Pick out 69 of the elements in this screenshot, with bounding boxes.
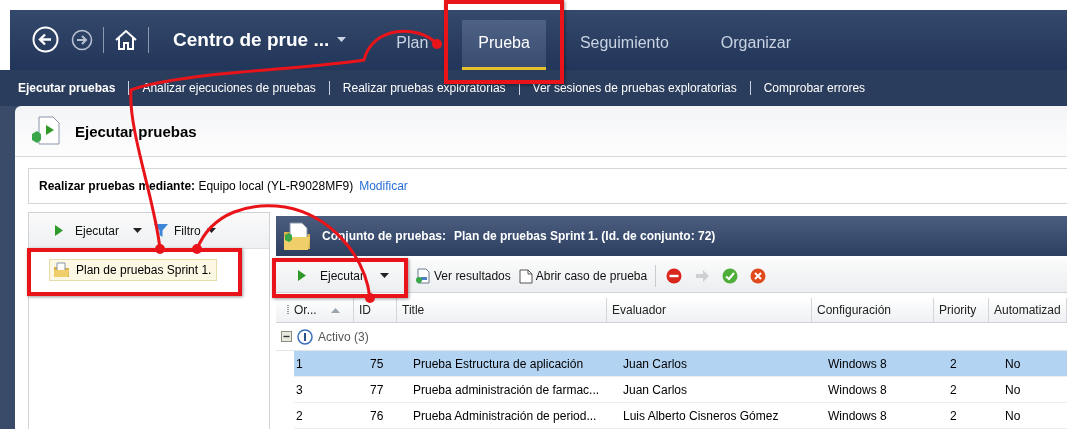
subnav-link[interactable]: Realizar pruebas exploratorias bbox=[328, 80, 519, 95]
results-icon bbox=[415, 267, 432, 284]
back-icon[interactable] bbox=[32, 26, 59, 54]
column-header[interactable]: Or... bbox=[282, 298, 354, 322]
column-header[interactable]: Priority bbox=[934, 298, 989, 322]
run-button[interactable]: Ejecutar bbox=[292, 265, 396, 286]
caret-icon bbox=[337, 37, 347, 43]
run-tests-icon bbox=[29, 114, 63, 148]
forward-icon bbox=[694, 267, 711, 284]
caret-icon bbox=[133, 228, 143, 233]
column-header[interactable]: Configuración bbox=[812, 298, 934, 322]
subnav-link[interactable]: Analizar ejecuciones de pruebas bbox=[128, 80, 329, 95]
suite-title: Plan de pruebas Sprint 1. (Id. de conjunto: 72) bbox=[454, 229, 716, 243]
table-cell-text: Prueba Estructura de aplicación bbox=[412, 355, 585, 373]
page-title: Ejecutar pruebas bbox=[75, 122, 197, 140]
hub-title[interactable]: Centro de prue ... bbox=[173, 28, 330, 51]
filter-button[interactable]: Filtro bbox=[148, 220, 222, 241]
nav-tab[interactable]: Seguimiento bbox=[561, 19, 687, 70]
nav-tab[interactable]: Organizar bbox=[702, 19, 810, 70]
caret-icon bbox=[206, 228, 216, 233]
table-cell-text: No bbox=[1004, 355, 1022, 373]
table-cell-text: 1 bbox=[295, 355, 304, 373]
x-icon bbox=[750, 267, 767, 284]
table-cell-text: 76 bbox=[369, 407, 385, 425]
table-cell-text: 2 bbox=[949, 355, 958, 373]
table-cell-text: Juan Carlos bbox=[622, 355, 689, 373]
column-header[interactable]: Title bbox=[397, 298, 607, 322]
modify-link[interactable]: Modificar bbox=[359, 179, 408, 193]
plan-icon bbox=[53, 262, 71, 278]
tree-item[interactable]: Plan de pruebas Sprint 1. bbox=[49, 259, 218, 281]
table-cell-text: 75 bbox=[369, 355, 385, 373]
table-cell-text: Prueba administración de farmac... bbox=[412, 381, 601, 399]
table-cell-text: Windows 8 bbox=[827, 407, 888, 425]
column-header[interactable]: Automatizad bbox=[989, 298, 1067, 322]
table-cell-text: 77 bbox=[369, 381, 385, 399]
document-icon bbox=[518, 267, 533, 284]
table-cell-text: No bbox=[1004, 407, 1022, 425]
table-cell-text: 2 bbox=[949, 407, 958, 425]
subnav-link[interactable]: Ver sesiones de pruebas exploratorias bbox=[518, 80, 750, 95]
forward-icon[interactable] bbox=[71, 28, 93, 51]
sort-up-icon bbox=[330, 307, 340, 313]
table-cell-text: 2 bbox=[949, 381, 958, 399]
info-icon bbox=[297, 328, 313, 345]
view-results-button[interactable]: Ver resultados bbox=[412, 264, 514, 287]
play-icon bbox=[55, 225, 63, 236]
collapse-icon[interactable] bbox=[281, 331, 292, 342]
home-icon[interactable] bbox=[114, 28, 138, 51]
play-icon bbox=[298, 270, 306, 281]
table-cell-text: Juan Carlos bbox=[622, 381, 689, 399]
block-icon bbox=[666, 267, 683, 284]
grip-icon bbox=[287, 304, 290, 316]
table-cell-text: Windows 8 bbox=[827, 355, 888, 373]
nav-tab[interactable]: Prueba bbox=[462, 19, 546, 70]
table-cell-text: Windows 8 bbox=[827, 381, 888, 399]
check-icon bbox=[722, 267, 739, 284]
table-cell-text: 2 bbox=[295, 407, 304, 425]
run-button[interactable]: Ejecutar bbox=[49, 220, 149, 241]
table-cell-text: No bbox=[1004, 381, 1022, 399]
column-header[interactable]: Evaluador bbox=[607, 298, 812, 322]
group-label: Activo (3) bbox=[318, 329, 369, 344]
table-cell-text: Prueba Administración de period... bbox=[412, 407, 598, 425]
caret-icon bbox=[380, 273, 390, 278]
table-cell-text: 3 bbox=[295, 381, 304, 399]
subnav-link[interactable]: Ejecutar pruebas bbox=[18, 80, 129, 95]
open-test-case-button[interactable]: Abrir caso de prueba bbox=[515, 264, 651, 287]
table-row[interactable]: 1 75 Prueba Estructura de aplicación Juan Carlos Windows 8 2 No bbox=[294, 351, 1067, 377]
subnav-link[interactable]: Comprobar errores bbox=[749, 80, 879, 95]
nav-tab[interactable]: Plan bbox=[378, 19, 447, 70]
table-cell-text: Luis Alberto Cisneros Gómez bbox=[622, 407, 780, 425]
